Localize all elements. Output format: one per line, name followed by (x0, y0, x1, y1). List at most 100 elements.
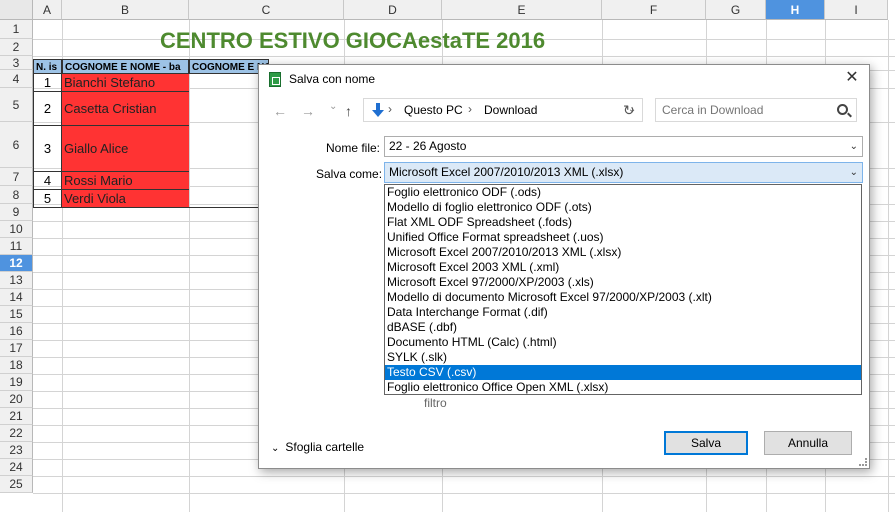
record-name-cell[interactable]: Rossi Mario (62, 172, 189, 190)
grid-row-line (33, 493, 895, 494)
cancel-button[interactable]: Annulla (764, 431, 852, 455)
row-header-16[interactable]: 16 (0, 323, 33, 340)
row-header-10[interactable]: 10 (0, 221, 33, 238)
header-cell-num[interactable]: N. is (33, 59, 62, 74)
search-icon[interactable] (837, 104, 848, 115)
file-type-value[interactable]: Microsoft Excel 2007/2010/2013 XML (.xls… (389, 165, 623, 179)
row-header-14[interactable]: 14 (0, 289, 33, 306)
row-header-6[interactable]: 6 (0, 122, 33, 168)
row-header-21[interactable]: 21 (0, 408, 33, 425)
header-cell-name-sc[interactable]: COGNOME E NOME - Sc (189, 59, 269, 74)
saveas-label: Salva come: (316, 167, 383, 181)
download-folder-icon (372, 103, 384, 117)
breadcrumb-chevron-icon[interactable]: › (468, 102, 472, 116)
record-num-cell[interactable]: 4 (33, 172, 62, 190)
row-header-11[interactable]: 11 (0, 238, 33, 255)
column-header-c[interactable]: C (189, 0, 344, 20)
record-num-cell[interactable]: 5 (33, 190, 62, 208)
column-header-e[interactable]: E (442, 0, 602, 20)
browse-folders-toggle[interactable]: ⌄ Sfoglia cartelle (271, 440, 364, 454)
column-header-b[interactable]: B (62, 0, 189, 20)
recent-locations-chevron-icon[interactable]: ⌄ (329, 101, 337, 112)
row-header-1[interactable]: 1 (0, 20, 33, 39)
chevron-down-icon: ⌄ (271, 443, 280, 454)
refresh-icon[interactable]: ↻ (623, 102, 635, 119)
file-type-dropdown-list: Foglio elettronico ODF (.ods) Modello di … (384, 184, 862, 395)
breadcrumb-questo-pc[interactable]: Questo PC (404, 103, 463, 117)
column-header-a[interactable]: A (33, 0, 62, 20)
breadcrumb-download[interactable]: Download (484, 103, 537, 117)
record-detail-block[interactable] (189, 74, 261, 208)
row-header-20[interactable]: 20 (0, 391, 33, 408)
search-input[interactable] (662, 102, 832, 118)
record-num-cell[interactable]: 2 (33, 92, 62, 126)
calc-document-icon (269, 72, 281, 87)
column-header-g[interactable]: G (706, 0, 766, 20)
file-type-option[interactable]: Modello di documento Microsoft Excel 97/… (385, 290, 861, 305)
sheet-title[interactable]: CENTRO ESTIVO GIOCAestaTE 2016 (160, 28, 545, 54)
row-header-24[interactable]: 24 (0, 459, 33, 476)
row-header-3[interactable]: 3 (0, 56, 33, 70)
back-arrow-icon[interactable]: ← (273, 103, 287, 119)
filename-value[interactable]: 22 - 26 Agosto (389, 139, 466, 153)
resize-grip-icon[interactable] (859, 458, 867, 466)
column-header-h[interactable]: H (766, 0, 825, 20)
column-header-d[interactable]: D (344, 0, 442, 20)
row-header-12[interactable]: 12 (0, 255, 33, 272)
row-header-23[interactable]: 23 (0, 442, 33, 459)
close-icon[interactable]: ✕ (843, 69, 861, 87)
row-header-13[interactable]: 13 (0, 272, 33, 289)
file-type-option[interactable]: SYLK (.slk) (385, 350, 861, 365)
select-all-corner[interactable] (0, 0, 33, 20)
file-type-select[interactable]: Microsoft Excel 2007/2010/2013 XML (.xls… (384, 162, 863, 183)
search-box[interactable] (655, 98, 857, 122)
file-type-option[interactable]: Microsoft Excel 97/2000/XP/2003 (.xls) (385, 275, 861, 290)
forward-arrow-icon[interactable]: → (301, 103, 315, 119)
row-header-25[interactable]: 25 (0, 476, 33, 493)
record-name-cell[interactable]: Casetta Cristian (62, 92, 189, 126)
file-type-option[interactable]: Documento HTML (Calc) (.html) (385, 335, 861, 350)
chevron-down-icon[interactable]: ⌄ (850, 163, 858, 182)
breadcrumb-chevron-icon[interactable]: › (388, 102, 392, 116)
header-cell-name-base[interactable]: COGNOME E NOME - ba (62, 59, 189, 74)
row-header-9[interactable]: 9 (0, 204, 33, 221)
file-type-option[interactable]: Microsoft Excel 2007/2010/2013 XML (.xls… (385, 245, 861, 260)
row-header-5[interactable]: 5 (0, 88, 33, 122)
file-type-option[interactable]: Data Interchange Format (.dif) (385, 305, 861, 320)
file-type-option[interactable]: Modello di foglio elettronico ODF (.ots) (385, 200, 861, 215)
row-header-18[interactable]: 18 (0, 357, 33, 374)
filename-label: Nome file: (326, 141, 381, 155)
address-bar[interactable]: › Questo PC › Download ⌄ (363, 98, 643, 122)
grid-row-line (33, 476, 895, 477)
record-num-cell[interactable]: 3 (33, 126, 62, 172)
row-header-22[interactable]: 22 (0, 425, 33, 442)
row-header-19[interactable]: 19 (0, 374, 33, 391)
save-button[interactable]: Salva (664, 431, 748, 455)
row-header-2[interactable]: 2 (0, 39, 33, 56)
filename-field[interactable]: 22 - 26 Agosto ⌄ (384, 136, 863, 157)
file-type-option[interactable]: Foglio elettronico Office Open XML (.xls… (385, 380, 861, 395)
record-name-cell[interactable]: Bianchi Stefano (62, 74, 189, 92)
dialog-title: Salva con nome (289, 72, 376, 86)
row-header-17[interactable]: 17 (0, 340, 33, 357)
row-header-4[interactable]: 4 (0, 70, 33, 88)
record-name-cell[interactable]: Verdi Viola (62, 190, 189, 208)
column-header-f[interactable]: F (602, 0, 706, 20)
file-type-option[interactable]: Foglio elettronico ODF (.ods) (385, 185, 861, 200)
row-header-8[interactable]: 8 (0, 186, 33, 204)
record-name-cell[interactable]: Giallo Alice (62, 126, 189, 172)
up-arrow-icon[interactable]: ↑ (345, 103, 352, 119)
column-header-i[interactable]: I (825, 0, 888, 20)
grid-column-line (888, 20, 889, 512)
file-type-option[interactable]: Microsoft Excel 2003 XML (.xml) (385, 260, 861, 275)
file-type-option[interactable]: Unified Office Format spreadsheet (.uos) (385, 230, 861, 245)
browse-folders-label: Sfoglia cartelle (285, 440, 365, 454)
chevron-down-icon[interactable]: ⌄ (850, 137, 858, 156)
record-num-cell[interactable]: 1 (33, 74, 62, 92)
grid-row-line (33, 56, 895, 57)
file-type-option[interactable]: dBASE (.dbf) (385, 320, 861, 335)
file-type-option[interactable]: Testo CSV (.csv) (385, 365, 861, 380)
file-type-option[interactable]: Flat XML ODF Spreadsheet (.fods) (385, 215, 861, 230)
row-header-7[interactable]: 7 (0, 168, 33, 186)
row-header-15[interactable]: 15 (0, 306, 33, 323)
